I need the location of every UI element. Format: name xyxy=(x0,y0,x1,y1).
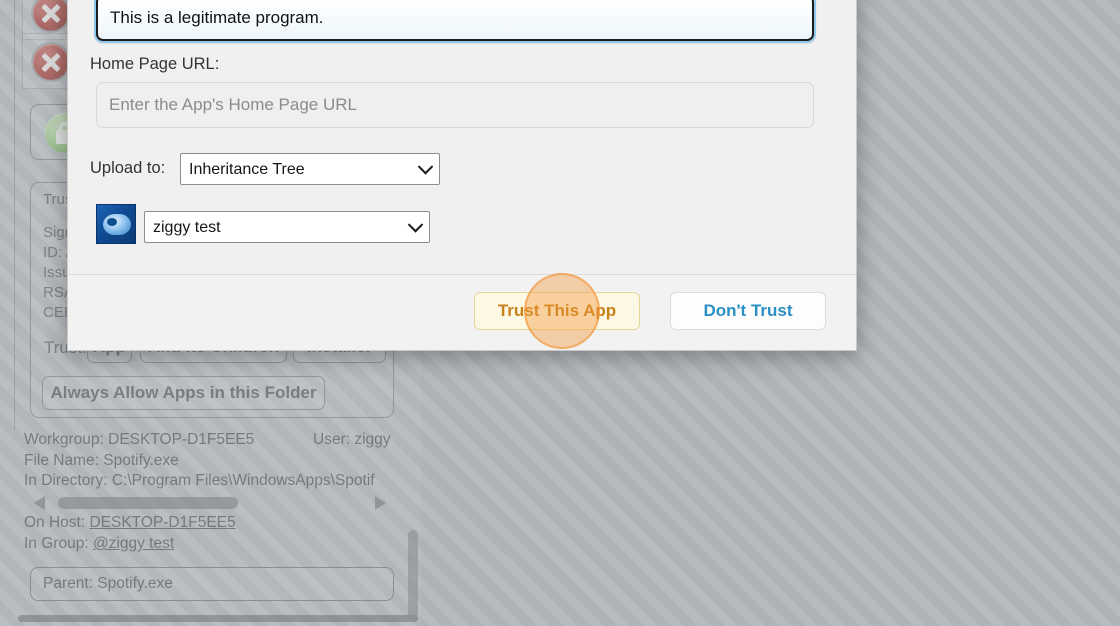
vertical-scrollbar-thumb[interactable] xyxy=(408,530,418,618)
scroll-right-arrow-icon[interactable] xyxy=(375,496,386,510)
workgroup-label: Workgroup: DESKTOP-D1F5EE5 xyxy=(24,431,255,448)
horizontal-scrollbar[interactable] xyxy=(30,494,390,512)
on-host-link[interactable]: DESKTOP-D1F5EE5 xyxy=(89,514,235,531)
parent-process-field[interactable]: Parent: Spotify.exe xyxy=(30,567,394,601)
always-allow-folder-button[interactable]: Always Allow Apps in this Folder xyxy=(42,376,325,410)
in-group-prefix: In Group: xyxy=(24,535,93,552)
group-select[interactable]: ziggy test xyxy=(144,211,430,243)
on-host-row: On Host: DESKTOP-D1F5EE5 xyxy=(24,514,236,532)
home-page-url-input[interactable] xyxy=(96,82,814,128)
dialog-footer: Trust This App Don't Trust xyxy=(68,274,856,350)
file-name-label: File Name: Spotify.exe xyxy=(24,452,179,469)
trust-app-dialog: Home Page URL: Upload to: Inheritance Tr… xyxy=(67,0,857,351)
red-x-circle-icon xyxy=(33,0,69,31)
dialog-body: Home Page URL: Upload to: Inheritance Tr… xyxy=(68,0,856,274)
panel-divider xyxy=(14,0,15,430)
bottom-horizontal-scrollbar[interactable] xyxy=(18,615,418,622)
app-description-input[interactable] xyxy=(96,0,814,41)
upload-to-select-wrapper[interactable]: Inheritance Tree xyxy=(180,153,440,185)
on-host-prefix: On Host: xyxy=(24,514,90,531)
upload-to-select[interactable]: Inheritance Tree xyxy=(180,153,440,185)
directory-label: In Directory: C:\Program Files\WindowsAp… xyxy=(24,472,375,489)
trust-this-app-button[interactable]: Trust This App xyxy=(474,292,640,330)
in-group-link[interactable]: @ziggy test xyxy=(93,535,174,552)
upload-to-label: Upload to: xyxy=(90,159,166,177)
dont-trust-button[interactable]: Don't Trust xyxy=(670,292,826,330)
scroll-left-arrow-icon[interactable] xyxy=(34,496,45,510)
red-x-circle-icon xyxy=(33,44,69,80)
in-group-row: In Group: @ziggy test xyxy=(24,535,174,553)
group-select-wrapper[interactable]: ziggy test xyxy=(144,211,430,243)
cloud-glyph xyxy=(103,214,131,235)
home-page-url-label: Home Page URL: xyxy=(90,55,220,73)
scrollbar-thumb[interactable] xyxy=(58,497,238,509)
user-label: User: ziggy xyxy=(313,431,391,448)
cloud-app-icon xyxy=(96,204,136,244)
